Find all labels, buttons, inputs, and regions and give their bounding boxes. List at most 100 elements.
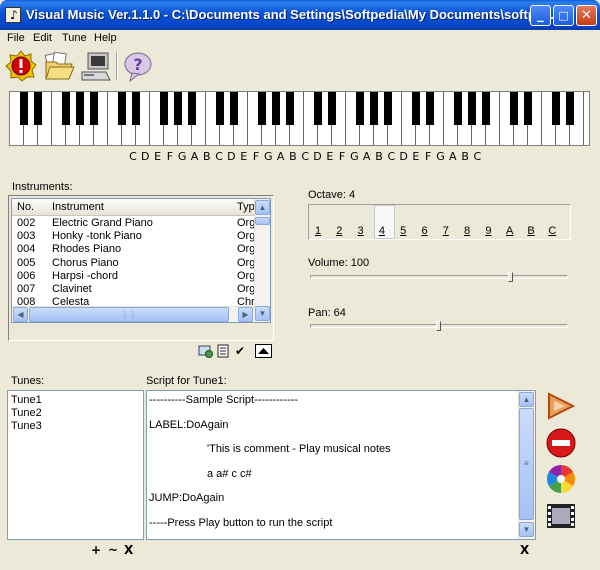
instruments-horizontal-scrollbar[interactable]: ◀ ⋮⋮ ▶ xyxy=(12,306,255,322)
note-label: C xyxy=(301,150,310,163)
menu-file[interactable]: File xyxy=(7,32,25,44)
black-key[interactable] xyxy=(370,92,378,125)
scroll-thumb[interactable] xyxy=(255,217,270,225)
help-question-icon[interactable]: ? xyxy=(122,50,154,83)
menu-edit[interactable]: Edit xyxy=(33,32,52,44)
octave-option[interactable]: 2 xyxy=(333,225,345,237)
script-editor[interactable]: ----------Sample Script------------ LABE… xyxy=(146,390,536,540)
octave-option[interactable]: 1 xyxy=(312,225,324,237)
note-label: E xyxy=(154,150,162,163)
film-icon[interactable] xyxy=(545,500,577,532)
black-key[interactable] xyxy=(384,92,392,125)
tune-item[interactable]: Tune3 xyxy=(11,420,42,432)
column-header-type[interactable]: Typ xyxy=(237,201,255,213)
octave-option[interactable]: B xyxy=(525,225,537,237)
minimize-button[interactable]: _ xyxy=(530,5,551,26)
black-key[interactable] xyxy=(188,92,196,125)
color-wheel-icon[interactable] xyxy=(545,463,577,495)
scroll-up-icon[interactable]: ▲ xyxy=(255,200,270,215)
column-header-instrument[interactable]: Instrument xyxy=(52,201,104,213)
black-key[interactable] xyxy=(566,92,574,125)
close-script-button[interactable]: X xyxy=(520,543,529,557)
script-scrollbar[interactable]: ▲ ≡ ▼ xyxy=(518,391,535,539)
add-tune-button[interactable]: + xyxy=(91,543,101,557)
black-key[interactable] xyxy=(552,92,560,125)
instruments-vertical-scrollbar[interactable]: ▲ ▼ xyxy=(254,199,270,322)
maximize-button[interactable]: □ xyxy=(553,5,574,26)
black-key[interactable] xyxy=(160,92,168,125)
table-row[interactable]: 006 Harpsi -chord Org xyxy=(12,270,255,283)
music-note-icon[interactable]: ♪ xyxy=(5,7,21,23)
document-icon[interactable] xyxy=(217,344,229,358)
scroll-hthumb[interactable]: ⋮⋮ xyxy=(29,307,229,322)
black-key[interactable] xyxy=(258,92,266,125)
black-key[interactable] xyxy=(412,92,420,125)
table-row[interactable]: 003 Honky -tonk Piano Org xyxy=(12,230,255,243)
black-key[interactable] xyxy=(524,92,532,125)
black-key[interactable] xyxy=(328,92,336,125)
scroll-left-icon[interactable]: ◀ xyxy=(13,307,28,322)
tune-item[interactable]: Tune2 xyxy=(11,407,42,419)
octave-option[interactable]: 7 xyxy=(440,225,452,237)
scroll-down-icon[interactable]: ▼ xyxy=(255,306,270,321)
black-key[interactable] xyxy=(20,92,28,125)
pan-slider-thumb[interactable] xyxy=(435,321,441,331)
close-button[interactable]: ✕ xyxy=(576,5,597,26)
black-key[interactable] xyxy=(62,92,70,125)
stop-alert-icon[interactable] xyxy=(5,50,37,82)
tunes-list[interactable]: Tune1 Tune2 Tune3 xyxy=(7,390,144,540)
black-key[interactable] xyxy=(34,92,42,125)
octave-option[interactable]: A xyxy=(504,225,516,237)
instruments-list[interactable]: No. Instrument Typ 002 Electric Grand Pia… xyxy=(11,198,271,323)
black-key[interactable] xyxy=(426,92,434,125)
column-header-no[interactable]: No. xyxy=(17,201,34,213)
scroll-down-icon[interactable]: ▼ xyxy=(519,522,534,537)
black-key[interactable] xyxy=(468,92,476,125)
volume-slider-thumb[interactable] xyxy=(507,272,513,282)
black-key[interactable] xyxy=(132,92,140,125)
table-row[interactable]: 007 Clavinet Org xyxy=(12,283,255,296)
play-icon[interactable] xyxy=(545,390,577,422)
black-key[interactable] xyxy=(90,92,98,125)
scroll-thumb[interactable]: ≡ xyxy=(519,408,534,520)
menu-tune[interactable]: Tune xyxy=(62,32,87,44)
volume-slider-track[interactable] xyxy=(310,275,568,279)
black-key[interactable] xyxy=(482,92,490,125)
tune-item[interactable]: Tune1 xyxy=(11,394,42,406)
black-key[interactable] xyxy=(286,92,294,125)
octave-option[interactable]: 5 xyxy=(397,225,409,237)
black-key[interactable] xyxy=(174,92,182,125)
stop-icon[interactable] xyxy=(545,427,577,459)
black-key[interactable] xyxy=(118,92,126,125)
black-key[interactable] xyxy=(272,92,280,125)
script-line: LABEL:DoAgain xyxy=(149,419,229,431)
black-key[interactable] xyxy=(230,92,238,125)
black-key[interactable] xyxy=(216,92,224,125)
octave-option[interactable]: 3 xyxy=(355,225,367,237)
rename-tune-button[interactable]: ~ xyxy=(108,543,118,557)
scroll-up-icon[interactable]: ▲ xyxy=(519,392,534,407)
checkmark-icon[interactable]: ✔ xyxy=(235,344,245,358)
octave-option[interactable]: C xyxy=(546,225,558,237)
black-key[interactable] xyxy=(356,92,364,125)
black-key[interactable] xyxy=(454,92,462,125)
piano-keyboard[interactable] xyxy=(9,91,590,146)
black-key[interactable] xyxy=(76,92,84,125)
octave-option[interactable]: 9 xyxy=(482,225,494,237)
black-key[interactable] xyxy=(510,92,518,125)
computer-save-icon[interactable] xyxy=(80,50,112,82)
octave-option[interactable]: 6 xyxy=(419,225,431,237)
cell-instrument: Honky -tonk Piano xyxy=(52,230,142,243)
menu-help[interactable]: Help xyxy=(94,32,117,44)
octave-option[interactable]: 4 xyxy=(376,225,388,237)
table-row[interactable]: 005 Chorus Piano Org xyxy=(12,257,255,270)
preview-icon[interactable] xyxy=(198,344,214,358)
table-row[interactable]: 002 Electric Grand Piano Org xyxy=(12,217,255,230)
black-key[interactable] xyxy=(314,92,322,125)
scroll-right-icon[interactable]: ▶ xyxy=(238,307,253,322)
table-row[interactable]: 004 Rhodes Piano Org xyxy=(12,243,255,256)
octave-option[interactable]: 8 xyxy=(461,225,473,237)
collapse-icon[interactable] xyxy=(255,344,272,358)
delete-tune-button[interactable]: X xyxy=(124,543,133,557)
open-folder-icon[interactable] xyxy=(43,50,75,82)
